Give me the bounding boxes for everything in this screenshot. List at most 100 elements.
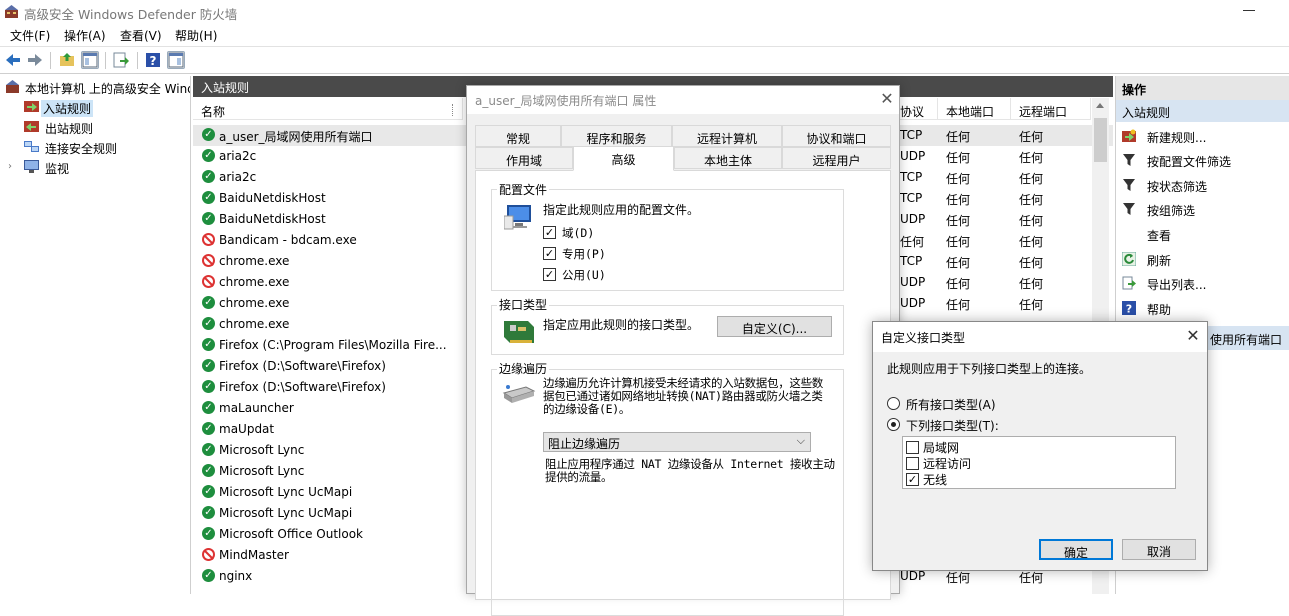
rule-protocol: 任何 [900,235,925,249]
actions-section-inbound[interactable]: 入站规则 [1116,100,1289,122]
customize-interface-button[interactable]: 自定义(C)... [717,316,832,337]
menu-bar: 文件(F) 操作(A) 查看(V) 帮助(H) [0,24,1289,46]
rule-name: Microsoft Lync UcMapi [219,506,353,520]
menu-help[interactable]: 帮助(H) [175,27,217,44]
up-folder-icon[interactable] [58,51,76,69]
scroll-up-icon[interactable] [1096,103,1104,108]
tab-general[interactable]: 常规 [475,125,561,147]
rule-remote-port: 任何 [1019,130,1044,144]
show-hide-console-tree-icon[interactable] [81,51,99,69]
enabled-check-icon: ✓ [202,485,215,498]
tree-item-label: 连接安全规则 [45,142,118,156]
tree-item-monitoring[interactable]: › 监视 [0,157,190,177]
enabled-check-icon: ✓ [202,128,215,141]
enabled-check-icon: ✓ [202,443,215,456]
close-icon[interactable]: ✕ [877,89,897,109]
all-interface-types-radio[interactable] [887,397,900,410]
sort-handle-icon[interactable] [452,104,458,116]
refresh-icon [1121,251,1137,267]
profile-public-checkbox[interactable]: ✓ [543,268,556,281]
tab-programs-services[interactable]: 程序和服务 [561,125,672,147]
tab-protocols-ports[interactable]: 协议和端口 [782,125,891,147]
show-hide-action-pane-icon[interactable] [167,51,185,69]
edge-traversal-description: 边缘遍历允许计算机接受未经请求的入站数据包，这些数据包已通过诸如网络地址转换(N… [543,376,823,416]
profile-public-label: 公用(U) [562,268,606,282]
all-interface-types-label: 所有接口类型(A) [906,398,996,412]
tree-item-label: 入站规则 [41,100,94,117]
minimize-button[interactable] [1243,10,1255,11]
ok-button[interactable]: 确定 [1039,539,1113,560]
rule-remote-port: 任何 [1019,277,1044,291]
filter-icon [1122,202,1136,216]
action-filter-state[interactable]: 按状态筛选 [1116,173,1289,197]
help-icon[interactable]: ? [144,51,162,69]
back-arrow-icon[interactable] [4,51,22,69]
rule-name: Microsoft Lync [219,443,305,457]
rule-protocol: TCP [900,128,923,142]
action-export-list[interactable]: 导出列表... [1116,271,1289,295]
svg-text:?: ? [1126,303,1132,316]
tab-remote-users[interactable]: 远程用户 [782,147,891,169]
remote-access-checkbox[interactable] [906,457,919,470]
rule-name: chrome.exe [219,317,290,331]
forward-arrow-icon[interactable] [26,51,44,69]
rule-name: chrome.exe [219,296,290,310]
lan-checkbox[interactable] [906,441,919,454]
profile-private-checkbox[interactable]: ✓ [543,247,556,260]
menu-view[interactable]: 查看(V) [120,27,162,44]
enabled-check-icon: ✓ [202,191,215,204]
rule-protocol: UDP [900,275,926,289]
inbound-rules-icon [24,100,39,113]
interface-dialog-title: 自定义接口类型 [881,331,966,345]
rule-protocol: TCP [900,170,923,184]
rule-name: BaiduNetdiskHost [219,212,326,226]
action-new-rule[interactable]: 新建规则... [1116,124,1289,148]
enabled-check-icon: ✓ [202,338,215,351]
rule-remote-port: 任何 [1019,172,1044,186]
close-icon[interactable]: ✕ [1183,326,1203,346]
scroll-thumb[interactable] [1094,118,1107,162]
rule-local-port: 任何 [946,256,971,270]
cancel-button[interactable]: 取消 [1122,539,1196,560]
column-local-port[interactable]: 本地端口 [938,98,1011,120]
interface-dialog-description: 此规则应用于下列接口类型上的连接。 [887,362,1092,376]
enabled-check-icon: ✓ [202,170,215,183]
rule-name: Microsoft Office Outlook [219,527,363,541]
lan-label: 局域网 [923,441,960,455]
console-tree: 本地计算机 上的高级安全 Wind 入站规则 出站规则 连接安全规则 › 监视 [0,76,191,594]
profile-domain-checkbox[interactable]: ✓ [543,226,556,239]
edge-traversal-select[interactable]: 阻止边缘遍历 ⌵ [543,432,811,452]
action-filter-group[interactable]: 按组筛选 [1116,197,1289,221]
tab-local-principals[interactable]: 本地主体 [674,147,782,169]
rule-remote-port: 任何 [1019,235,1044,249]
rule-list-title: 入站规则 [201,81,250,95]
menu-action[interactable]: 操作(A) [64,27,106,44]
enabled-check-icon: ✓ [202,296,215,309]
action-help[interactable]: ? 帮助 [1116,296,1289,320]
tab-scope[interactable]: 作用域 [475,147,573,169]
rule-local-port: 任何 [946,298,971,312]
tab-advanced[interactable]: 高级 [573,146,674,171]
tree-root[interactable]: 本地计算机 上的高级安全 Wind [0,77,190,97]
tab-remote-computers[interactable]: 远程计算机 [672,125,782,147]
menu-file[interactable]: 文件(F) [10,27,50,44]
action-refresh[interactable]: 刷新 [1116,247,1289,271]
chevron-right-icon[interactable]: › [8,161,23,174]
action-view[interactable]: 查看 [1116,222,1289,246]
column-remote-port[interactable]: 远程端口 [1011,98,1091,120]
rule-name: BaiduNetdiskHost [219,191,326,205]
column-name[interactable]: 名称 [193,98,463,120]
rule-name: aria2c [219,149,257,163]
block-icon [202,233,215,246]
export-list-icon[interactable] [112,51,130,69]
tree-item-connection-security-rules[interactable]: 连接安全规则 [0,137,190,157]
wireless-checkbox[interactable]: ✓ [906,473,919,486]
tree-item-outbound-rules[interactable]: 出站规则 [0,117,190,137]
rule-local-port: 任何 [946,172,971,186]
these-interface-types-radio[interactable] [887,418,900,431]
tree-item-inbound-rules[interactable]: 入站规则 [0,97,190,117]
new-rule-icon [1122,129,1136,143]
profile-domain-label: 域(D) [562,226,595,240]
rule-protocol: TCP [900,191,923,205]
action-filter-profile[interactable]: 按配置文件筛选 [1116,148,1289,172]
